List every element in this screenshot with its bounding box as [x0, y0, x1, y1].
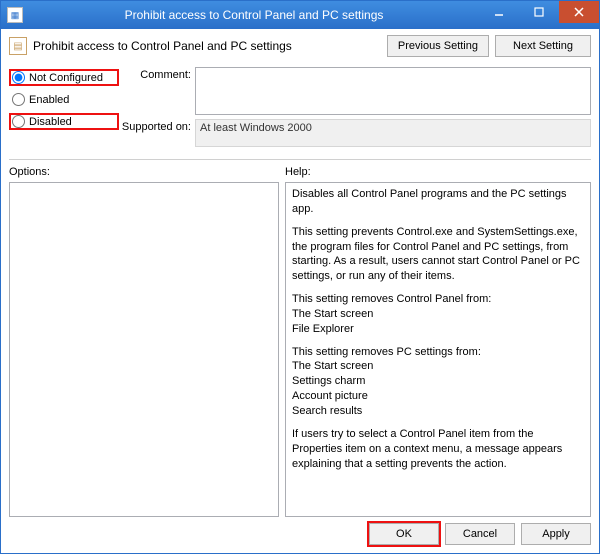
options-box: [9, 182, 279, 517]
policy-editor-window: ▦ Prohibit access to Control Panel and P…: [0, 0, 600, 554]
content-area: ▤ Prohibit access to Control Panel and P…: [1, 29, 599, 553]
supported-textarea: At least Windows 2000: [195, 119, 591, 147]
radio-enabled-input[interactable]: [12, 93, 25, 106]
radio-disabled-label: Disabled: [29, 116, 72, 128]
header-row: ▤ Prohibit access to Control Panel and P…: [9, 35, 591, 57]
divider: [9, 159, 591, 160]
comment-textarea[interactable]: [195, 67, 591, 115]
options-pane: Options:: [9, 166, 279, 517]
state-radios: Not Configured Enabled Disabled: [9, 67, 119, 151]
help-pane: Help: Disables all Control Panel program…: [285, 166, 591, 517]
minimize-button[interactable]: [479, 1, 519, 23]
help-text: If users try to select a Control Panel i…: [292, 427, 584, 472]
close-button[interactable]: [559, 1, 599, 23]
help-text: This setting removes PC settings from: T…: [292, 345, 584, 419]
help-text: This setting removes Control Panel from:…: [292, 292, 584, 337]
radio-disabled[interactable]: Disabled: [9, 113, 119, 130]
radio-not-configured-label: Not Configured: [29, 72, 103, 84]
maximize-button[interactable]: [519, 1, 559, 23]
titlebar: ▦ Prohibit access to Control Panel and P…: [1, 1, 599, 29]
comment-supported-col: Comment: Supported on: At least Windows …: [119, 67, 591, 151]
radio-enabled[interactable]: Enabled: [9, 92, 119, 107]
ok-button[interactable]: OK: [369, 523, 439, 545]
radio-enabled-label: Enabled: [29, 94, 69, 106]
window-controls: [479, 1, 599, 29]
panes-row: Options: Help: Disables all Control Pane…: [9, 166, 591, 517]
comment-row: Comment:: [119, 67, 591, 115]
cancel-button[interactable]: Cancel: [445, 523, 515, 545]
policy-title: Prohibit access to Control Panel and PC …: [33, 39, 387, 53]
radio-not-configured[interactable]: Not Configured: [9, 69, 119, 86]
policy-icon: ▤: [9, 37, 27, 55]
apply-button[interactable]: Apply: [521, 523, 591, 545]
radio-not-configured-input[interactable]: [12, 71, 25, 84]
footer-buttons: OK Cancel Apply: [9, 517, 591, 545]
help-text: Disables all Control Panel programs and …: [292, 187, 584, 217]
previous-setting-button[interactable]: Previous Setting: [387, 35, 489, 57]
supported-label: Supported on:: [119, 119, 195, 147]
help-box[interactable]: Disables all Control Panel programs and …: [285, 182, 591, 517]
next-setting-button[interactable]: Next Setting: [495, 35, 591, 57]
radio-disabled-input[interactable]: [12, 115, 25, 128]
help-text: This setting prevents Control.exe and Sy…: [292, 225, 584, 284]
help-label: Help:: [285, 166, 591, 178]
nav-buttons: Previous Setting Next Setting: [387, 35, 591, 57]
app-icon: ▦: [7, 7, 23, 23]
options-label: Options:: [9, 166, 279, 178]
config-row: Not Configured Enabled Disabled Comment:: [9, 67, 591, 151]
supported-row: Supported on: At least Windows 2000: [119, 119, 591, 147]
comment-label: Comment:: [119, 67, 195, 115]
window-title: Prohibit access to Control Panel and PC …: [29, 8, 479, 22]
